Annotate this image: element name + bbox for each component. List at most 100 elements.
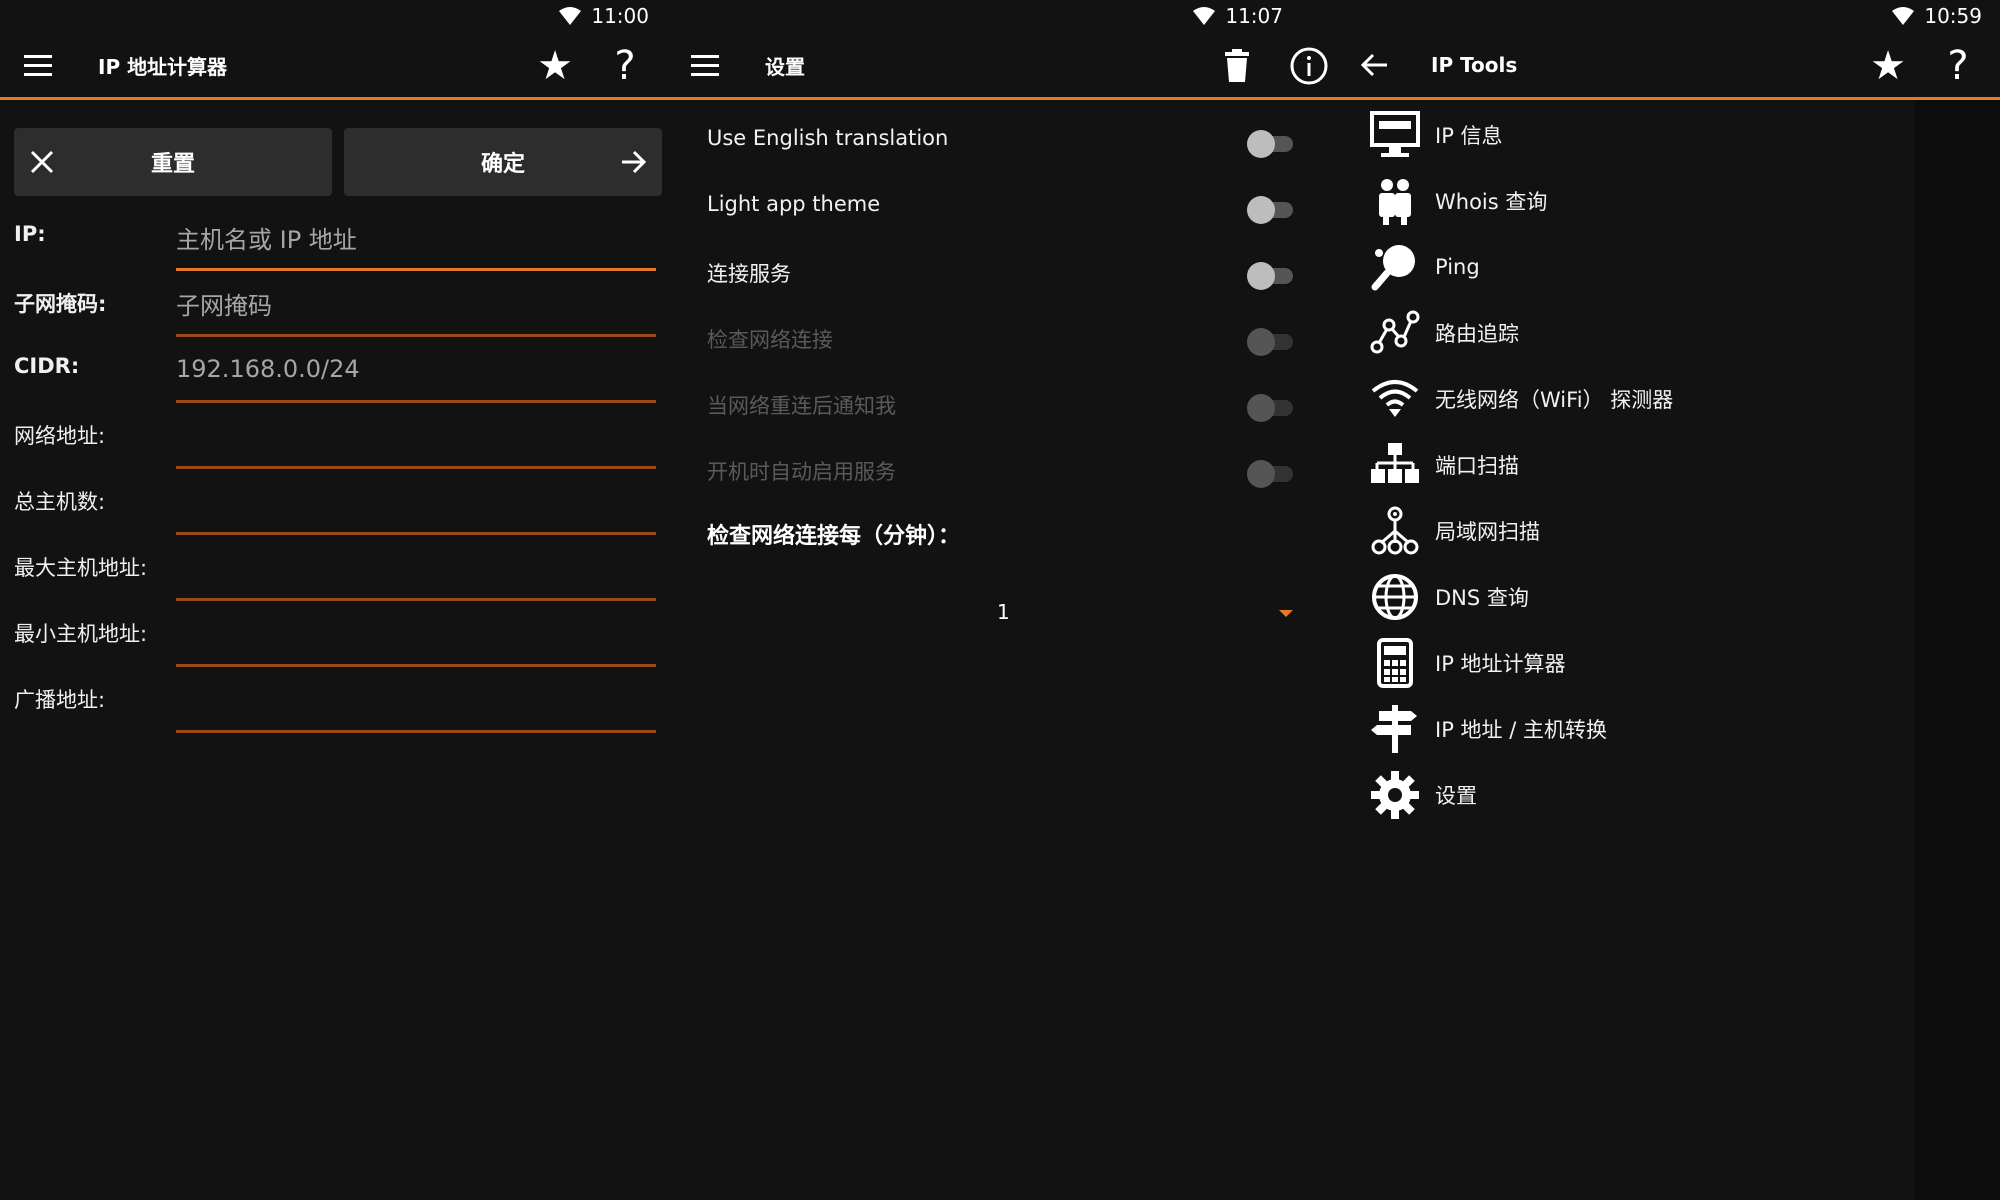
setting-start-on-boot: 开机时自动启用服务 <box>687 440 1317 506</box>
tool-label: 端口扫描 <box>1435 454 1519 478</box>
setting-label: Use English translation <box>707 126 949 150</box>
setting-label: 连接服务 <box>707 262 791 286</box>
broadcast-field[interactable] <box>176 668 656 733</box>
tool-port-scan[interactable]: 端口扫描 <box>1333 432 1933 498</box>
help-icon[interactable]: ? <box>601 42 649 90</box>
tool-ip-calculator[interactable]: IP 地址计算器 <box>1333 630 1933 696</box>
trash-icon[interactable] <box>1219 48 1255 84</box>
tool-label: IP 地址计算器 <box>1435 652 1566 676</box>
wifi-status-icon <box>1892 7 1915 25</box>
app-bar: IP Tools ★ ? <box>1333 34 2000 96</box>
cidr-label: CIDR: <box>14 354 80 378</box>
tool-traceroute[interactable]: 路由追踪 <box>1333 300 1933 366</box>
interval-label: 检查网络连接每（分钟）： <box>707 524 961 549</box>
people-icon <box>1379 179 1411 225</box>
tool-label: 路由追踪 <box>1435 322 1519 346</box>
confirm-button[interactable]: 确定 <box>344 128 662 196</box>
back-arrow-icon[interactable] <box>1355 45 1395 85</box>
tool-wifi-scanner[interactable]: 无线网络（WiFi） 探测器 <box>1333 366 1933 432</box>
tool-ip-info[interactable]: IP 信息 <box>1333 102 1933 168</box>
form-row-broadcast: 广播地址: <box>14 668 664 734</box>
form-row-network-address: 网络地址: <box>14 404 664 470</box>
tool-label: IP 信息 <box>1435 124 1503 148</box>
status-bar: 11:07 <box>667 0 1333 34</box>
total-hosts-field[interactable] <box>176 470 656 535</box>
wifi-status-icon <box>1193 7 1216 25</box>
calculator-icon <box>1377 638 1413 688</box>
toggle-switch[interactable] <box>1247 262 1295 290</box>
reset-button[interactable]: 重置 <box>14 128 332 196</box>
favorite-star-icon[interactable]: ★ <box>1864 42 1912 90</box>
arrow-right-icon <box>622 150 647 174</box>
settings-panel: 11:07 设置 Use English translation Light a… <box>667 0 1333 1200</box>
close-icon <box>30 150 54 174</box>
setting-connection-service[interactable]: 连接服务 <box>687 242 1317 308</box>
total-hosts-label: 总主机数: <box>14 490 106 514</box>
toggle-switch[interactable] <box>1247 196 1295 224</box>
form-row-ip: IP: 主机名或 IP 地址 <box>14 206 664 272</box>
interval-spinner[interactable]: 1 <box>707 590 1307 640</box>
setting-light-theme[interactable]: Light app theme <box>687 176 1317 242</box>
wifi-status-icon <box>559 7 582 25</box>
form-row-total-hosts: 总主机数: <box>14 470 664 536</box>
ip-tools-panel: 10:59 IP Tools ★ ? IP 信息 Whois 查询 Ping 路… <box>1333 0 2000 1200</box>
max-host-field[interactable] <box>176 536 656 601</box>
tool-label: 设置 <box>1435 784 1477 808</box>
min-host-field[interactable] <box>176 602 656 667</box>
setting-english[interactable]: Use English translation <box>687 110 1317 176</box>
toggle-switch <box>1247 460 1295 488</box>
cidr-input[interactable]: 192.168.0.0/24 <box>176 338 656 403</box>
app-bar: 设置 <box>667 34 1333 96</box>
lan-icon <box>1371 506 1419 555</box>
setting-notify-reconnect: 当网络重连后通知我 <box>687 374 1317 440</box>
tool-label: Whois 查询 <box>1435 190 1548 214</box>
status-bar: 10:59 <box>1333 0 2000 34</box>
tool-label: DNS 查询 <box>1435 586 1529 610</box>
subnet-input[interactable]: 子网掩码 <box>176 272 656 337</box>
tool-dns-lookup[interactable]: DNS 查询 <box>1333 564 1933 630</box>
setting-check-connection: 检查网络连接 <box>687 308 1317 374</box>
tool-label: IP 地址 / 主机转换 <box>1435 718 1607 742</box>
help-icon[interactable]: ? <box>1934 42 1982 90</box>
subnet-label: 子网掩码: <box>14 292 107 316</box>
ip-input[interactable]: 主机名或 IP 地址 <box>176 206 656 271</box>
ip-calculator-panel: 11:00 IP 地址计算器 ★ ? 重置 确定 IP: 主机名或 IP 地址 … <box>0 0 667 1200</box>
interval-value: 1 <box>997 600 1010 624</box>
setting-label: 当网络重连后通知我 <box>707 394 896 418</box>
network-address-label: 网络地址: <box>14 424 106 448</box>
menu-icon[interactable] <box>18 45 58 85</box>
tool-ip-host-converter[interactable]: IP 地址 / 主机转换 <box>1333 696 1933 762</box>
gear-icon <box>1371 771 1419 819</box>
toggle-switch[interactable] <box>1247 130 1295 158</box>
toggle-switch <box>1247 394 1295 422</box>
tool-lan-scan[interactable]: 局域网扫描 <box>1333 498 1933 564</box>
route-icon <box>1370 310 1420 354</box>
setting-label: Light app theme <box>707 192 881 216</box>
ping-pong-icon <box>1371 245 1415 291</box>
max-host-label: 最大主机地址: <box>14 556 148 580</box>
dropdown-caret-icon <box>1279 610 1293 617</box>
page-title: IP 地址计算器 <box>98 54 228 79</box>
tool-ping[interactable]: Ping <box>1333 234 1933 300</box>
menu-icon[interactable] <box>685 45 725 85</box>
ip-label: IP: <box>14 222 46 246</box>
page-title: IP Tools <box>1431 53 1518 77</box>
monitor-icon <box>1370 111 1420 157</box>
info-icon[interactable] <box>1289 46 1329 86</box>
setting-label: 检查网络连接 <box>707 328 833 352</box>
status-time: 10:59 <box>1924 4 1982 28</box>
reset-label: 重置 <box>150 152 195 177</box>
network-blocks-icon <box>1371 443 1419 483</box>
form-row-cidr: CIDR: 192.168.0.0/24 <box>14 338 664 404</box>
tool-label: 局域网扫描 <box>1435 520 1540 544</box>
broadcast-label: 广播地址: <box>14 688 106 712</box>
tool-settings[interactable]: 设置 <box>1333 762 1933 828</box>
setting-label: 开机时自动启用服务 <box>707 460 896 484</box>
network-address-field[interactable] <box>176 404 656 469</box>
tool-label: 无线网络（WiFi） 探测器 <box>1435 388 1674 412</box>
globe-icon <box>1372 574 1418 620</box>
tool-whois[interactable]: Whois 查询 <box>1333 168 1933 234</box>
min-host-label: 最小主机地址: <box>14 622 148 646</box>
form-row-min-host: 最小主机地址: <box>14 602 664 668</box>
favorite-star-icon[interactable]: ★ <box>531 42 579 90</box>
